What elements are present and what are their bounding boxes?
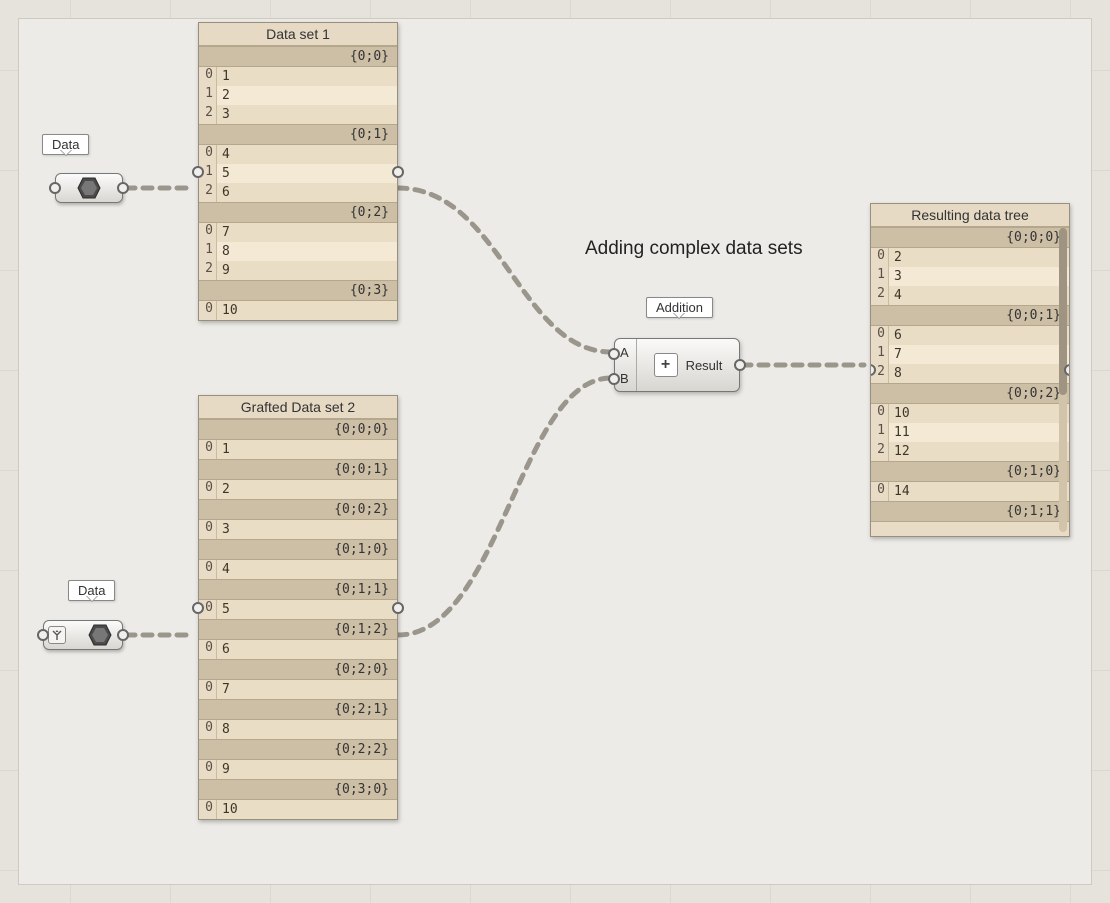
branch-header: {0;1;1} (199, 579, 397, 600)
data-row: 06 (199, 640, 397, 659)
data-row: 01 (199, 67, 397, 86)
panel-title: Resulting data tree (871, 204, 1069, 227)
branch-header: {0;0;0} (199, 419, 397, 440)
branch-header: {0;2;1} (199, 699, 397, 720)
data-row: 111 (871, 423, 1069, 442)
data-row: 03 (199, 520, 397, 539)
data-row: 17 (871, 345, 1069, 364)
param-data1[interactable] (55, 173, 123, 203)
panel-port-out[interactable] (392, 166, 404, 178)
hexagon-icon (77, 176, 101, 200)
data-row: 02 (199, 480, 397, 499)
port-out[interactable] (117, 182, 129, 194)
port-in[interactable] (37, 629, 49, 641)
panel-port-out[interactable] (1064, 364, 1070, 376)
branch-header: {0;2;0} (199, 659, 397, 680)
data-row: 07 (199, 223, 397, 242)
addition-input-b: B (620, 371, 636, 386)
branch-header: {0;3;0} (199, 779, 397, 800)
data-row: 06 (871, 326, 1069, 345)
branch-header: {0;2;2} (199, 739, 397, 760)
addition-component[interactable]: A B + Result (614, 338, 740, 392)
port-in[interactable] (49, 182, 61, 194)
param-data2-label: Data (68, 580, 115, 601)
panel-body: {0;0;0}01{0;0;1}02{0;0;2}03{0;1;0}04{0;1… (199, 419, 397, 819)
panel-port-out[interactable] (392, 602, 404, 614)
data-row: 12 (199, 86, 397, 105)
port-out[interactable] (117, 629, 129, 641)
branch-header: {0;1;1} (871, 501, 1069, 522)
data-row: 07 (199, 680, 397, 699)
branch-header: {0;1;2} (199, 619, 397, 640)
data-row: 212 (871, 442, 1069, 461)
port-a[interactable] (608, 348, 620, 360)
panel-dataset2[interactable]: Grafted Data set 2 {0;0;0}01{0;0;1}02{0;… (198, 395, 398, 820)
graft-icon[interactable] (48, 626, 66, 644)
data-row: 010 (199, 301, 397, 320)
param-data1-label: Data (42, 134, 89, 155)
data-row: 08 (199, 720, 397, 739)
data-row: 04 (199, 560, 397, 579)
branch-header: {0;1;0} (199, 539, 397, 560)
data-row: 13 (871, 267, 1069, 286)
branch-header: {0;1;0} (871, 461, 1069, 482)
data-row: 26 (199, 183, 397, 202)
data-row: 24 (871, 286, 1069, 305)
data-row: 010 (871, 404, 1069, 423)
data-row: 04 (199, 145, 397, 164)
param-data2[interactable] (43, 620, 123, 650)
panel-port-in[interactable] (192, 602, 204, 614)
panel-scrollbar[interactable] (1059, 228, 1067, 532)
addition-label: Addition (646, 297, 713, 318)
branch-header: {0;0;0} (871, 227, 1069, 248)
data-row: 01 (199, 440, 397, 459)
branch-header: {0;2} (199, 202, 397, 223)
panel-title: Grafted Data set 2 (199, 396, 397, 419)
data-row: 02 (871, 248, 1069, 267)
hexagon-icon (88, 623, 112, 647)
data-row: 29 (199, 261, 397, 280)
data-row: 010 (199, 800, 397, 819)
panel-body: {0;0;0}021324{0;0;1}061728{0;0;2}0101112… (871, 227, 1069, 522)
panel-result[interactable]: Resulting data tree {0;0;0}021324{0;0;1}… (870, 203, 1070, 537)
panel-body: {0;0}011223{0;1}041526{0;2}071829{0;3}01… (199, 46, 397, 320)
data-row: 15 (199, 164, 397, 183)
addition-input-a: A (620, 345, 636, 360)
branch-header: {0;0;2} (199, 499, 397, 520)
branch-header: {0;0} (199, 46, 397, 67)
branch-header: {0;0;1} (199, 459, 397, 480)
data-row: 23 (199, 105, 397, 124)
plus-icon: + (654, 353, 678, 377)
branch-header: {0;0;2} (871, 383, 1069, 404)
headline-text: Adding complex data sets (585, 238, 803, 260)
branch-header: {0;1} (199, 124, 397, 145)
branch-header: {0;3} (199, 280, 397, 301)
panel-title: Data set 1 (199, 23, 397, 46)
port-result[interactable] (734, 359, 746, 371)
data-row: 18 (199, 242, 397, 261)
addition-output-label: Result (686, 358, 723, 373)
data-row: 09 (199, 760, 397, 779)
panel-port-in[interactable] (192, 166, 204, 178)
data-row: 28 (871, 364, 1069, 383)
branch-header: {0;0;1} (871, 305, 1069, 326)
data-row: 014 (871, 482, 1069, 501)
data-row: 05 (199, 600, 397, 619)
port-b[interactable] (608, 373, 620, 385)
panel-dataset1[interactable]: Data set 1 {0;0}011223{0;1}041526{0;2}07… (198, 22, 398, 321)
